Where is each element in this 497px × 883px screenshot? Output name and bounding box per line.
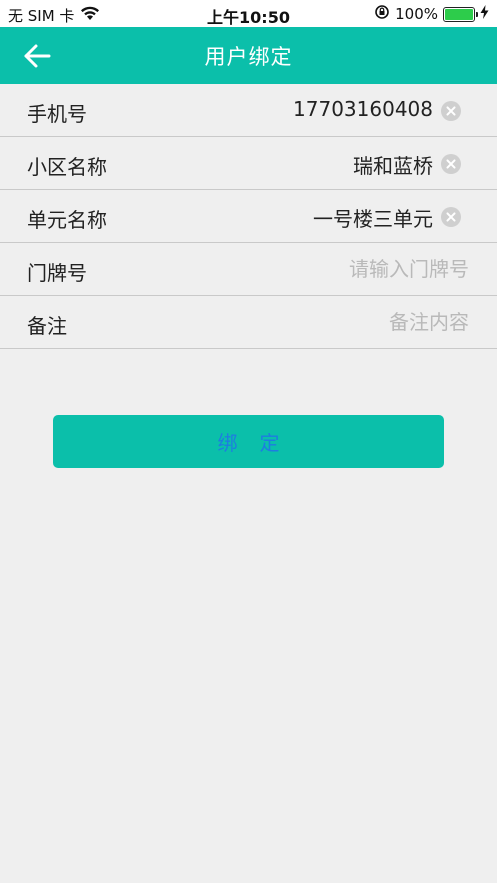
phone-field[interactable]: 17703160408 bbox=[293, 97, 433, 121]
door-number-label: 门牌号 bbox=[27, 261, 87, 285]
door-number-row: 门牌号 bbox=[0, 243, 497, 296]
clear-icon[interactable] bbox=[441, 154, 461, 174]
battery-percent: 100% bbox=[395, 5, 438, 23]
bolt-icon bbox=[480, 5, 489, 23]
page-title: 用户绑定 bbox=[204, 45, 293, 69]
bind-button[interactable]: 绑定 bbox=[53, 415, 444, 468]
door-number-input[interactable] bbox=[209, 253, 469, 285]
battery-icon bbox=[443, 6, 478, 22]
unit-label: 单元名称 bbox=[27, 208, 107, 232]
remark-row: 备注 bbox=[0, 296, 497, 349]
remark-label: 备注 bbox=[27, 314, 67, 338]
phone-label: 手机号 bbox=[27, 102, 87, 126]
orientation-lock-icon bbox=[374, 4, 390, 24]
bind-form: 手机号 17703160408 小区名称 瑞和蓝桥 单元名称 一号楼三单元 门牌… bbox=[0, 84, 497, 349]
phone-row: 手机号 17703160408 bbox=[0, 84, 497, 137]
battery-fill bbox=[445, 8, 473, 20]
remark-input[interactable] bbox=[209, 306, 469, 338]
unit-field[interactable]: 一号楼三单元 bbox=[313, 203, 433, 232]
community-label: 小区名称 bbox=[27, 155, 107, 179]
clear-icon[interactable] bbox=[441, 207, 461, 227]
clear-icon[interactable] bbox=[441, 101, 461, 121]
status-bar: 无 SIM 卡 上午10:50 100% bbox=[0, 0, 497, 27]
unit-row: 单元名称 一号楼三单元 bbox=[0, 190, 497, 243]
nav-bar: 用户绑定 bbox=[0, 27, 497, 84]
community-field[interactable]: 瑞和蓝桥 bbox=[353, 150, 433, 179]
community-row: 小区名称 瑞和蓝桥 bbox=[0, 137, 497, 190]
status-right: 100% bbox=[374, 4, 489, 24]
